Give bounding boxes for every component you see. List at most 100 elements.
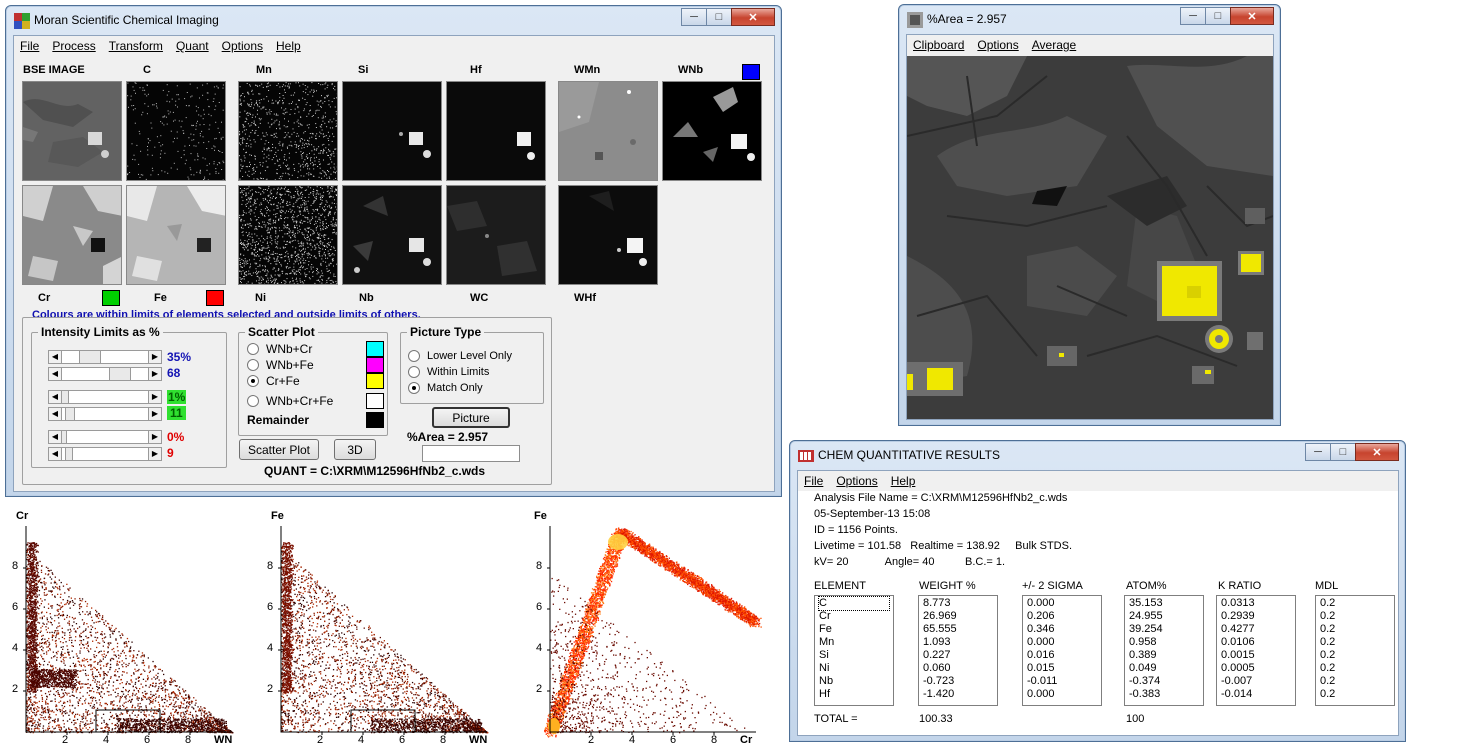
scatter-plot-cr-fe[interactable]: Fe Cr 2 4 6 8 2 4 6 8 [528, 508, 768, 752]
slider-right-arrow-icon[interactable]: ▶ [148, 391, 161, 403]
list-item[interactable]: 0.000 [1027, 636, 1097, 649]
list-item[interactable]: 0.016 [1027, 649, 1097, 662]
list-item[interactable]: 0.2 [1320, 597, 1390, 610]
c-map-thumbnail[interactable] [126, 81, 226, 181]
list-item[interactable]: 0.389 [1129, 649, 1199, 662]
list-item[interactable]: 24.955 [1129, 610, 1199, 623]
close-button[interactable]: ✕ [731, 8, 775, 26]
wc-map-thumbnail[interactable] [446, 185, 546, 285]
menu-help[interactable]: Help [891, 474, 916, 488]
scatter-plot-button[interactable]: Scatter Plot [239, 439, 319, 460]
element-list[interactable]: C Cr Fe Mn Si Ni Nb Hf [814, 595, 894, 706]
maximize-button[interactable]: □ [1205, 7, 1231, 25]
radio-wnb-cr-fe[interactable]: WNb+Cr+Fe [247, 394, 333, 408]
list-item[interactable]: 0.227 [923, 649, 993, 662]
remainder-swatch[interactable] [366, 412, 384, 428]
list-item[interactable]: -0.374 [1129, 675, 1199, 688]
slider-thumb[interactable] [65, 448, 73, 460]
minimize-button[interactable]: ─ [1305, 443, 1331, 461]
list-item[interactable]: 0.206 [1027, 610, 1097, 623]
list-item[interactable]: 65.555 [923, 623, 993, 636]
slider-left-arrow-icon[interactable]: ◀ [49, 351, 62, 363]
minimize-button[interactable]: ─ [681, 8, 707, 26]
menu-clipboard[interactable]: Clipboard [913, 38, 964, 52]
ni-map-thumbnail[interactable] [238, 185, 338, 285]
picture-button[interactable]: Picture [432, 407, 510, 428]
list-item[interactable]: Fe [819, 623, 889, 636]
menu-options[interactable]: Options [222, 39, 263, 53]
radio-cr-fe[interactable]: Cr+Fe [247, 374, 300, 388]
list-item[interactable]: Nb [819, 675, 889, 688]
slider-right-arrow-icon[interactable]: ▶ [148, 408, 161, 420]
maximize-button[interactable]: □ [1330, 443, 1356, 461]
intensity-slider-6[interactable]: ◀ ▶ [48, 447, 162, 461]
list-item[interactable]: 0.060 [923, 662, 993, 675]
wnb-cr-fe-swatch[interactable] [366, 393, 384, 409]
list-item[interactable]: 0.0106 [1221, 636, 1291, 649]
menu-quant[interactable]: Quant [176, 39, 209, 53]
list-item[interactable]: 0.2939 [1221, 610, 1291, 623]
list-item[interactable]: Cr [819, 610, 889, 623]
main-titlebar[interactable]: Moran Scientific Chemical Imaging ─ □ ✕ [6, 6, 781, 34]
list-item[interactable]: 1.093 [923, 636, 993, 649]
list-item[interactable]: 0.2 [1320, 610, 1390, 623]
slider-right-arrow-icon[interactable]: ▶ [148, 431, 161, 443]
intensity-slider-4[interactable]: ◀ ▶ [48, 407, 162, 421]
kratio-list[interactable]: 0.0313 0.2939 0.4277 0.0106 0.0015 0.000… [1216, 595, 1296, 706]
list-item[interactable]: 0.4277 [1221, 623, 1291, 636]
menu-file[interactable]: File [20, 39, 39, 53]
list-item[interactable]: -1.420 [923, 688, 993, 701]
list-item[interactable]: 0.000 [1027, 688, 1097, 701]
list-item[interactable]: 0.346 [1027, 623, 1097, 636]
radio-within-limits[interactable]: Within Limits [408, 366, 489, 378]
scatter-plot-wnb-cr[interactable]: Cr WN 2 4 6 8 2 4 6 8 [10, 508, 250, 752]
list-item[interactable]: -0.383 [1129, 688, 1199, 701]
bse-image-thumbnail[interactable] [22, 81, 122, 181]
wnb-fe-swatch[interactable] [366, 357, 384, 373]
slider-right-arrow-icon[interactable]: ▶ [148, 448, 161, 460]
slider-thumb[interactable] [79, 351, 101, 363]
mn-map-thumbnail[interactable] [238, 81, 338, 181]
wnb-map-thumbnail[interactable] [662, 81, 762, 181]
list-item[interactable]: 0.2 [1320, 662, 1390, 675]
list-item[interactable]: 35.153 [1129, 597, 1199, 610]
list-item[interactable]: 0.2 [1320, 636, 1390, 649]
fe-map-thumbnail[interactable] [126, 185, 226, 285]
list-item[interactable]: 0.0015 [1221, 649, 1291, 662]
menu-options[interactable]: Options [836, 474, 877, 488]
list-item[interactable]: 0.0005 [1221, 662, 1291, 675]
whf-map-thumbnail[interactable] [558, 185, 658, 285]
minimize-button[interactable]: ─ [1180, 7, 1206, 25]
list-item[interactable]: 0.000 [1027, 597, 1097, 610]
atom-list[interactable]: 35.153 24.955 39.254 0.958 0.389 0.049 -… [1124, 595, 1204, 706]
menu-process[interactable]: Process [52, 39, 95, 53]
slider-thumb[interactable] [61, 431, 67, 443]
list-item[interactable]: Ni [819, 662, 889, 675]
mdl-list[interactable]: 0.2 0.2 0.2 0.2 0.2 0.2 0.2 0.2 [1315, 595, 1395, 706]
cr-fe-swatch[interactable] [366, 373, 384, 389]
slider-thumb[interactable] [65, 408, 75, 420]
area-textbox[interactable] [422, 445, 520, 462]
area-titlebar[interactable]: %Area = 2.957 ─ □ ✕ [899, 5, 1280, 33]
intensity-slider-2[interactable]: ◀ ▶ [48, 367, 162, 381]
list-item[interactable]: Mn [819, 636, 889, 649]
list-item[interactable]: 0.2 [1320, 649, 1390, 662]
weight-list[interactable]: 8.773 26.969 65.555 1.093 0.227 0.060 -0… [918, 595, 998, 706]
list-item[interactable]: 8.773 [923, 597, 993, 610]
hf-map-thumbnail[interactable] [446, 81, 546, 181]
wnb-colour-swatch[interactable] [742, 64, 760, 80]
menu-transform[interactable]: Transform [109, 39, 163, 53]
list-item[interactable]: -0.014 [1221, 688, 1291, 701]
cr-colour-swatch[interactable] [102, 290, 120, 306]
intensity-slider-1[interactable]: ◀ ▶ [48, 350, 162, 364]
slider-left-arrow-icon[interactable]: ◀ [49, 368, 62, 380]
intensity-slider-3[interactable]: ◀ ▶ [48, 390, 162, 404]
area-map-image[interactable] [907, 56, 1273, 419]
slider-left-arrow-icon[interactable]: ◀ [49, 408, 62, 420]
slider-left-arrow-icon[interactable]: ◀ [49, 448, 62, 460]
radio-match-only[interactable]: Match Only [408, 382, 483, 394]
menu-file[interactable]: File [804, 474, 823, 488]
intensity-slider-5[interactable]: ◀ ▶ [48, 430, 162, 444]
list-item[interactable]: 26.969 [923, 610, 993, 623]
radio-wnb-fe[interactable]: WNb+Fe [247, 358, 314, 372]
